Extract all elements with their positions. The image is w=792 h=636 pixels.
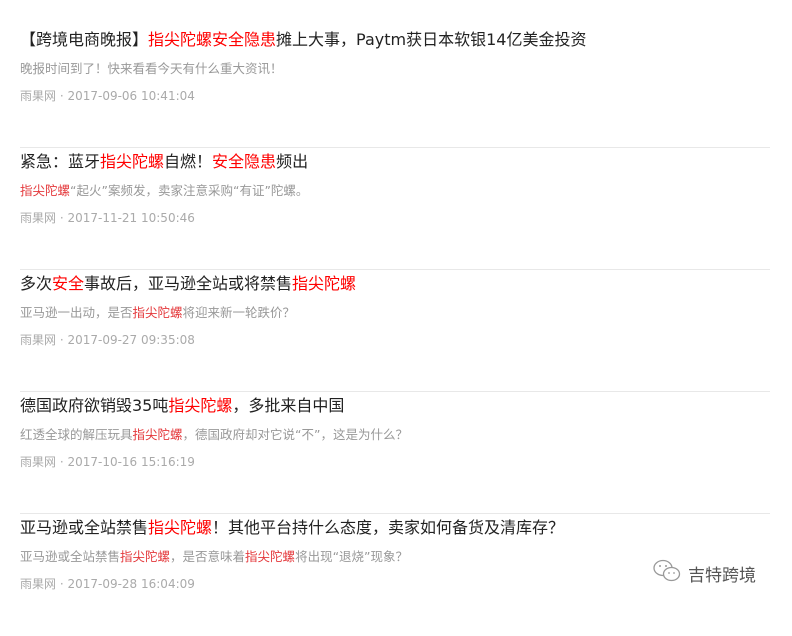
highlighted-keyword: 指尖陀螺 <box>20 183 71 198</box>
article-meta: 雨果网 · 2017-09-27 09:35:08 <box>20 333 195 347</box>
list-item[interactable]: 德国政府欲销毁35吨指尖陀螺，多批来自中国 红透全球的解压玩具指尖陀螺，德国政府却… <box>20 392 770 514</box>
highlighted-keyword: 指尖陀螺安全隐患 <box>148 30 277 49</box>
highlighted-keyword: 安全 <box>52 274 85 293</box>
article-list: 【跨境电商晚报】指尖陀螺安全隐患摊上大事，Paytm获日本软银14亿美金投资 晚报… <box>20 26 770 636</box>
highlighted-keyword: 指尖陀螺 <box>148 518 213 537</box>
text-segment: 紧急：蓝牙 <box>20 152 101 171</box>
highlighted-keyword: 指尖陀螺 <box>132 305 183 320</box>
article-meta: 雨果网 · 2017-11-21 10:50:46 <box>20 211 195 225</box>
text-segment: 频出 <box>276 152 309 171</box>
article-meta: 雨果网 · 2017-10-16 15:16:19 <box>20 455 195 469</box>
article-title[interactable]: 多次安全事故后，亚马逊全站或将禁售指尖陀螺 <box>20 272 770 296</box>
text-segment: 德国政府欲销毁35吨 <box>20 396 169 415</box>
article-title[interactable]: 德国政府欲销毁35吨指尖陀螺，多批来自中国 <box>20 394 770 418</box>
wechat-icon <box>652 558 682 589</box>
text-segment: ！其他平台持什么态度，卖家如何备货及清库存？ <box>212 518 565 537</box>
text-segment: 亚马逊或全站禁售 <box>20 549 121 564</box>
text-segment: 摊上大事，Paytm获日本软银14亿美金投资 <box>276 30 587 49</box>
text-segment: 多次 <box>20 274 53 293</box>
watermark-text: 吉特跨境 <box>688 566 756 586</box>
list-item[interactable]: 紧急：蓝牙指尖陀螺自燃！安全隐患频出 指尖陀螺“起火”案频发，卖家注意采购“有证”… <box>20 148 770 270</box>
text-segment: 【跨境电商晚报】 <box>20 30 149 49</box>
text-segment: 亚马逊或全站禁售 <box>20 518 149 537</box>
text-segment: 晚报时间到了！快来看看今天有什么重大资讯！ <box>20 61 283 76</box>
text-segment: ，德国政府却对它说“不”，这是为什么？ <box>182 427 408 442</box>
highlighted-keyword: 指尖陀螺 <box>132 427 183 442</box>
text-segment: 事故后，亚马逊全站或将禁售 <box>84 274 293 293</box>
article-title[interactable]: 亚马逊或全站禁售指尖陀螺！其他平台持什么态度，卖家如何备货及清库存？ <box>20 516 770 540</box>
text-segment: 将迎来新一轮跌价？ <box>182 305 296 320</box>
text-segment: ，多批来自中国 <box>232 396 345 415</box>
text-segment: ，是否意味着 <box>170 549 246 564</box>
list-item[interactable]: 多次安全事故后，亚马逊全站或将禁售指尖陀螺 亚马逊一出动，是否指尖陀螺将迎来新一轮… <box>20 270 770 392</box>
text-segment: 亚马逊一出动，是否 <box>20 305 133 320</box>
text-segment: “起火”案频发，卖家注意采购“有证”陀螺。 <box>70 183 309 198</box>
highlighted-keyword: 指尖陀螺 <box>100 152 165 171</box>
article-desc: 指尖陀螺“起火”案频发，卖家注意采购“有证”陀螺。 <box>20 182 770 200</box>
highlighted-keyword: 指尖陀螺 <box>168 396 233 415</box>
text-segment: 红透全球的解压玩具 <box>20 427 133 442</box>
article-desc: 晚报时间到了！快来看看今天有什么重大资讯！ <box>20 60 770 78</box>
watermark: 吉特跨境 <box>652 558 756 589</box>
article-meta: 雨果网 · 2017-09-06 10:41:04 <box>20 89 195 103</box>
highlighted-keyword: 指尖陀螺 <box>292 274 357 293</box>
highlighted-keyword: 安全隐患 <box>212 152 277 171</box>
text-segment: 自燃！ <box>164 152 213 171</box>
highlighted-keyword: 指尖陀螺 <box>120 549 171 564</box>
article-title[interactable]: 【跨境电商晚报】指尖陀螺安全隐患摊上大事，Paytm获日本软银14亿美金投资 <box>20 28 770 52</box>
article-title[interactable]: 紧急：蓝牙指尖陀螺自燃！安全隐患频出 <box>20 150 770 174</box>
article-desc: 红透全球的解压玩具指尖陀螺，德国政府却对它说“不”，这是为什么？ <box>20 426 770 444</box>
list-item[interactable]: 【跨境电商晚报】指尖陀螺安全隐患摊上大事，Paytm获日本软银14亿美金投资晚报… <box>20 26 770 148</box>
article-desc: 亚马逊一出动，是否指尖陀螺将迎来新一轮跌价？ <box>20 304 770 322</box>
text-segment: 将出现“退烧”现象？ <box>295 549 409 564</box>
highlighted-keyword: 指尖陀螺 <box>245 549 296 564</box>
